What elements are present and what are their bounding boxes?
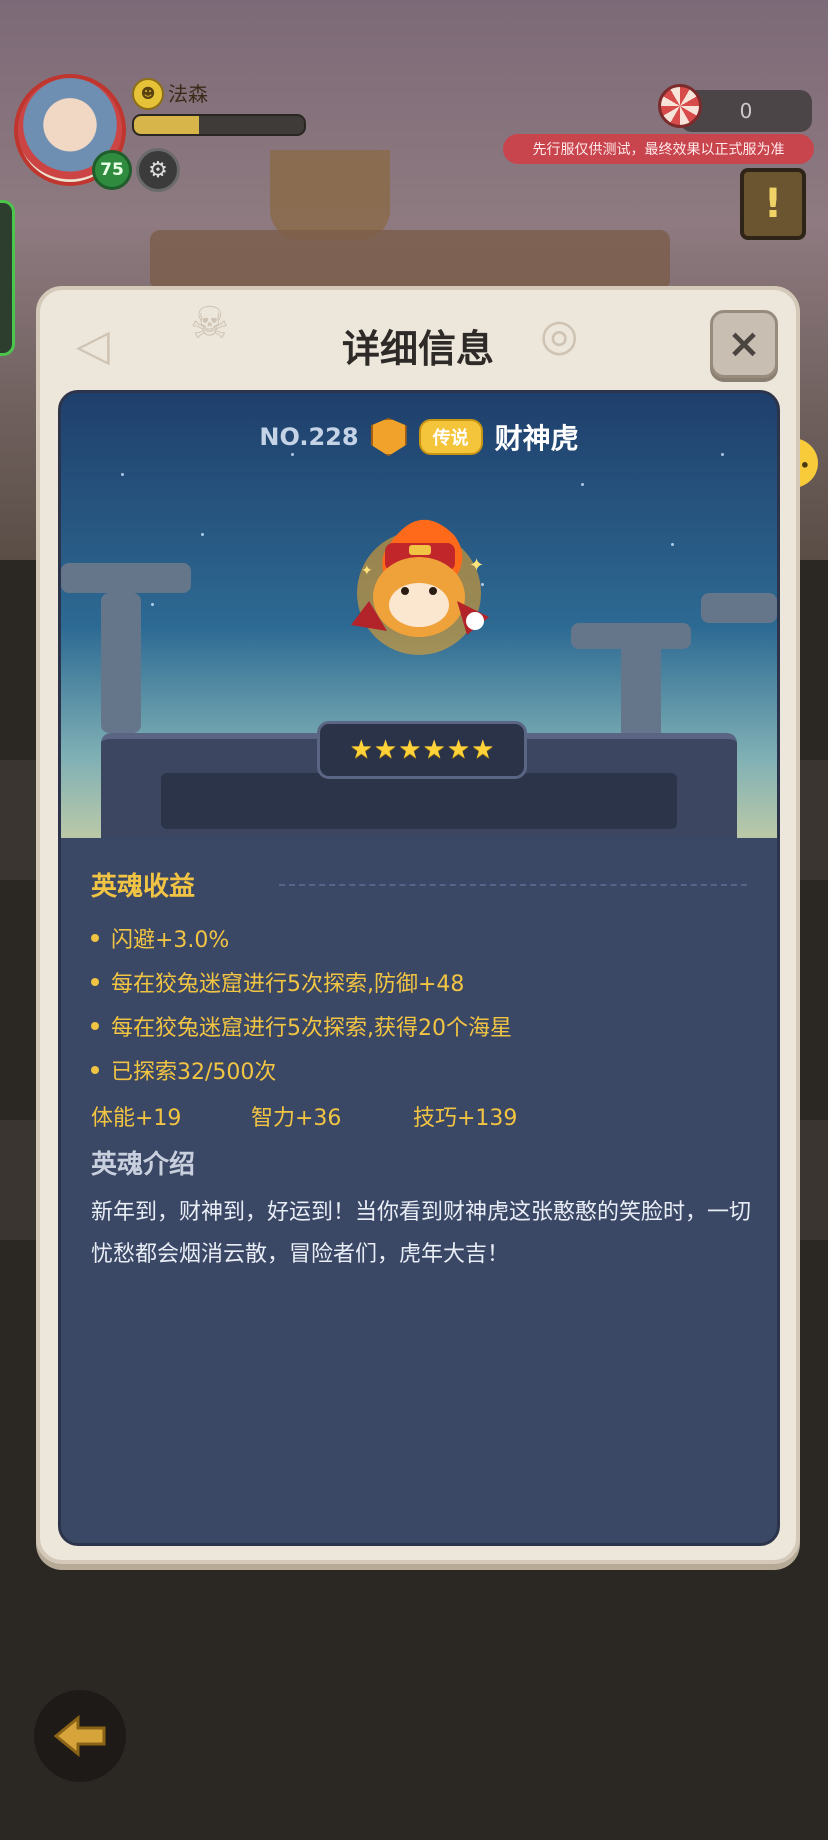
rarity-badge: 传说: [418, 419, 483, 455]
xp-bar-fill: [134, 116, 199, 134]
benefits-title: 英魂收益: [91, 872, 196, 902]
star-icon: ★: [471, 735, 495, 765]
benefit-item: 每在狡兔迷窟进行5次探索,防御+48: [91, 966, 464, 998]
stone-slab: [701, 593, 777, 623]
scene-basket: [270, 150, 390, 240]
star-icon: ★: [373, 735, 398, 765]
star-rating: ★ ★ ★ ★ ★ ★: [317, 721, 527, 779]
svg-text:✦: ✦: [469, 555, 484, 576]
gear-icon[interactable]: ⚙: [136, 148, 180, 192]
benefit-item: 闪避+3.0%: [91, 922, 229, 954]
stone-slab: [61, 563, 191, 593]
card-number: NO.228: [259, 423, 359, 451]
dialog-title: 详细信息: [341, 327, 494, 371]
level-badge: 75: [92, 150, 132, 190]
detail-dialog: ◁ ☠ ◎ 详细信息 × NO.228 传说 财神虎 ✦ ✦ ★ ★ ★ ★ ★…: [36, 286, 800, 1564]
star-icon: ★: [446, 735, 471, 765]
back-arrow-icon: [53, 1714, 106, 1758]
star-icon: ★: [398, 735, 422, 765]
section-divider: [279, 884, 747, 886]
player-name: 法森: [168, 82, 208, 106]
intro-title: 英魂介绍: [91, 1150, 196, 1180]
card-name: 财神虎: [494, 422, 579, 455]
svg-text:✦: ✦: [361, 563, 373, 579]
close-icon: ×: [727, 321, 761, 367]
tier-arrow-icon: [370, 418, 407, 456]
fortune-tiger-pet-image: ✦ ✦: [351, 519, 489, 655]
benefit-item: 每在狡兔迷窟进行5次探索,获得20个海星: [91, 1010, 512, 1042]
stone-pillar: [101, 593, 141, 733]
quest-alert-icon[interactable]: !: [740, 168, 806, 240]
benefit-item: 已探索32/500次: [91, 1054, 276, 1086]
xp-bar: [132, 114, 306, 136]
scene-shelf: [150, 230, 670, 290]
stat-stamina: 体能+19: [91, 1106, 182, 1131]
hero-soul-card: NO.228 传说 财神虎 ✦ ✦ ★ ★ ★ ★ ★ ★ 英魂收益 闪避+3.0%: [58, 390, 780, 1546]
star-icon: ★: [422, 735, 446, 765]
close-button[interactable]: ×: [710, 310, 778, 378]
stat-intellect: 智力+36: [251, 1106, 342, 1131]
stat-skill: 技巧+139: [413, 1106, 518, 1131]
intro-text: 新年到，财神到，好运到！当你看到财神虎这张憨憨的笑脸时，一切忧愁都会烟消云散，冒…: [91, 1200, 752, 1267]
rank-icon: ☻: [132, 78, 164, 110]
star-icon: ★: [349, 735, 373, 765]
info-panel: 英魂收益 闪避+3.0% 每在狡兔迷窟进行5次探索,防御+48 每在狡兔迷窟进行…: [61, 838, 777, 1543]
card-header: NO.228 传说 财神虎: [61, 417, 777, 457]
back-button[interactable]: [34, 1690, 126, 1782]
side-tab[interactable]: [0, 200, 15, 356]
test-server-notice: 先行服仅供测试，最终效果以正式服为准: [503, 134, 814, 164]
lollipop-icon: [658, 84, 702, 128]
